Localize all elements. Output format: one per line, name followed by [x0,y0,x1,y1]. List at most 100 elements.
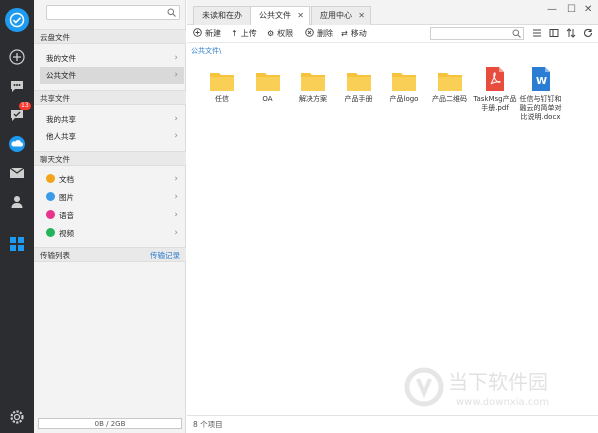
item-count: 8 个项目 [193,420,223,429]
file-name: OA [262,95,273,103]
storage-text: 0B / 2GB [94,420,126,428]
file-item[interactable]: OA [245,66,291,104]
file-name: 产品手册 [344,95,373,103]
file-item[interactable]: 任信 [199,66,245,104]
search-icon[interactable] [167,8,176,19]
detail-view-icon[interactable] [549,28,559,40]
chevron-right-icon: › [174,174,178,184]
permission-label: 权限 [277,29,294,38]
file-name: 解决方案 [299,95,327,103]
upload-label: 上传 [240,29,257,38]
file-item[interactable]: 解决方案 [290,66,336,104]
folder-icon [255,73,280,91]
document-icon [46,174,55,183]
move-button[interactable]: ⇄ 移动 [341,28,367,39]
sidebar-item-public-files[interactable]: 公共文件 › [40,67,184,84]
section-shared-files: 共享文件 [34,90,186,105]
file-item[interactable]: TaskMsg产品手册.pdf [472,66,518,113]
file-name: 任信 [215,95,229,103]
move-label: 移动 [350,29,367,38]
sidebar-item-images[interactable]: 图片 › [40,189,184,206]
watermark-url: www.downxia.com [456,397,549,408]
breadcrumb[interactable]: 公共文件\ [191,46,221,56]
minimize-icon[interactable]: — [547,4,557,15]
video-icon [46,228,55,237]
chevron-right-icon: › [174,114,178,124]
sidebar-item-video[interactable]: 视频 › [40,225,184,242]
app-rail: 13 [0,0,34,433]
new-label: 新建 [205,29,221,38]
folder-icon [301,73,325,91]
close-icon[interactable]: ✕ [358,7,365,24]
file-item[interactable]: 产品logo [381,66,427,104]
voice-icon [46,210,55,219]
contacts-icon[interactable] [0,191,34,213]
section-chat-files: 聊天文件 [34,151,186,166]
maximize-icon[interactable]: ☐ [567,4,576,15]
sidebar-item-documents[interactable]: 文档 › [40,171,184,188]
settings-icon[interactable] [0,409,34,425]
delete-circle-icon [305,28,314,39]
cloud-drive-icon[interactable] [0,133,34,155]
mail-icon[interactable] [0,162,34,184]
file-item[interactable]: 产品二维码 [427,66,473,104]
sort-icon[interactable] [566,28,576,40]
toolbar: 新建 ↑ 上传 ⚙ 权限 删除 ⇄ 移动 [187,25,598,43]
chat-icon[interactable] [0,75,34,97]
status-bar: 8 个项目 [187,415,598,433]
watermark-logo: 当下软件园 www.downxia.com [404,367,549,408]
upload-button[interactable]: ↑ 上传 [231,28,257,39]
file-sidebar: 云盘文件 我的文件 › 公共文件 › 共享文件 我的共享 › 他人共享 › 聊天… [34,0,186,433]
pdf-icon [486,67,504,91]
tab-bar: 未读和在办 公共文件 ✕ 应用中心 ✕ — ☐ ✕ [187,0,598,25]
file-name: 产品logo [389,95,419,103]
chevron-right-icon: › [174,192,178,202]
folder-icon [437,73,462,91]
close-window-icon[interactable]: ✕ [584,4,592,15]
section-title: 传输列表 [40,251,70,260]
section-transfer-list: 传输列表 传输记录 [34,247,186,262]
sidebar-item-my-shares[interactable]: 我的共享 › [40,111,184,128]
messages-icon[interactable]: 13 [0,102,34,126]
chevron-right-icon: › [174,228,178,238]
folder-icon [392,73,416,91]
file-item[interactable]: 产品手册 [336,66,382,104]
tab-label: 应用中心 [320,11,352,20]
sidebar-item-my-files[interactable]: 我的文件 › [40,50,184,67]
sidebar-item-voice[interactable]: 语音 › [40,207,184,224]
close-icon[interactable]: ✕ [297,7,304,24]
refresh-icon[interactable] [583,28,593,40]
svg-text:W: W [536,76,547,87]
sidebar-item-label: 他人共享 [46,132,76,141]
main-panel: 未读和在办 公共文件 ✕ 应用中心 ✕ — ☐ ✕ 新建 ↑ 上传 ⚙ 权限 删… [187,0,598,433]
folder-icon [346,73,371,91]
sidebar-item-others-shares[interactable]: 他人共享 › [40,128,184,145]
plus-circle-icon [193,28,202,39]
gear-icon: ⚙ [267,29,275,38]
new-button[interactable]: 新建 [193,28,221,39]
tab-public-files[interactable]: 公共文件 ✕ [250,6,310,25]
permission-button[interactable]: ⚙ 权限 [267,28,293,39]
transfer-history-link[interactable]: 传输记录 [150,248,180,263]
upload-arrow-icon: ↑ [231,29,238,38]
file-name: 产品二维码 [432,95,467,103]
storage-usage-bar: 0B / 2GB [38,418,182,429]
chevron-right-icon: › [174,70,178,80]
chevron-right-icon: › [174,210,178,220]
list-view-icon[interactable] [532,28,542,40]
file-search-input[interactable] [430,27,524,40]
add-icon[interactable] [0,46,34,68]
file-item[interactable]: W 任信与钉钉和融云的简单对比说明.docx [518,66,564,122]
tab-unread-todo[interactable]: 未读和在办 [193,6,251,25]
apps-icon[interactable] [0,233,34,255]
section-cloud-files: 云盘文件 [34,29,186,44]
app-logo-icon[interactable] [5,8,29,32]
image-icon [46,192,55,201]
tab-app-center[interactable]: 应用中心 ✕ [311,6,371,25]
file-name: 任信与钉钉和融云的简单对比说明.docx [519,95,562,121]
search-icon[interactable] [512,29,521,40]
delete-button[interactable]: 删除 [305,28,333,39]
chevron-right-icon: › [174,131,178,141]
sidebar-item-label: 公共文件 [46,71,76,80]
sidebar-search-input[interactable] [46,5,180,20]
